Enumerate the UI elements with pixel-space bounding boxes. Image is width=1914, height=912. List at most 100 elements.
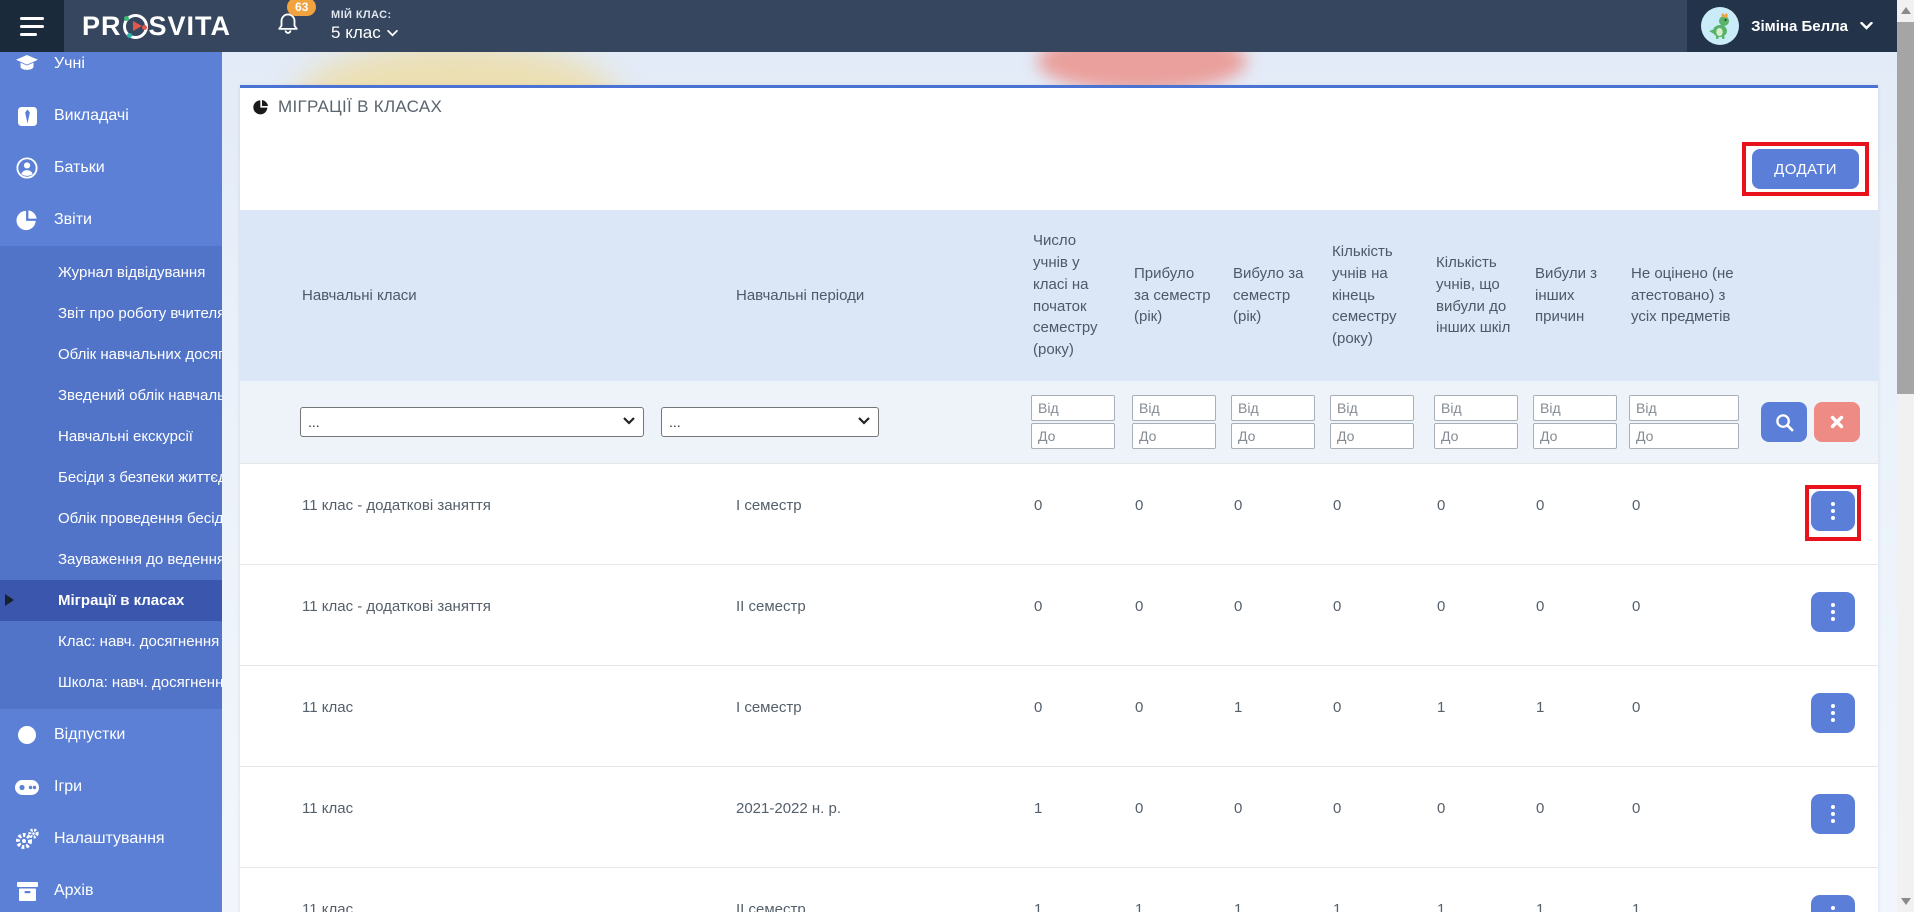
filter-from-input[interactable] bbox=[1330, 395, 1414, 421]
filter-from-input[interactable] bbox=[1132, 395, 1216, 421]
kebab-menu-icon bbox=[1831, 805, 1835, 809]
filter-to-input[interactable] bbox=[1031, 423, 1115, 449]
sidebar-item-achievement-record[interactable]: Облік навчальних досягн bbox=[0, 334, 222, 375]
hamburger-menu-icon[interactable] bbox=[0, 0, 64, 52]
kebab-menu-icon bbox=[1831, 502, 1835, 506]
app-logo[interactable]: PR SVITA bbox=[82, 11, 231, 42]
sidebar-item-safety-talks[interactable]: Бесіди з безпеки життєдія bbox=[0, 457, 222, 498]
sidebar-item-label: Налаштування bbox=[54, 830, 165, 848]
sidebar-item-talks-record[interactable]: Облік проведення бесід, і bbox=[0, 498, 222, 539]
sidebar-item-excursions[interactable]: Навчальні екскурсії bbox=[0, 416, 222, 457]
value-cell: 0 bbox=[1526, 464, 1622, 564]
row-actions-button[interactable] bbox=[1811, 592, 1855, 632]
value-cell: 0 bbox=[1024, 565, 1125, 665]
sidebar-item-parents[interactable]: Батьки bbox=[0, 142, 222, 194]
value-cell: 0 bbox=[1024, 464, 1125, 564]
sidebar-item-teachers[interactable]: Викладачі bbox=[0, 90, 222, 142]
sidebar-item-settings[interactable]: Налаштування bbox=[0, 813, 222, 865]
period-cell: ІІ семестр bbox=[648, 868, 1024, 912]
panel-header: МІГРАЦІЇ В КЛАСАХ bbox=[240, 88, 1878, 125]
clear-filter-button[interactable] bbox=[1814, 402, 1860, 442]
sidebar-item-label: Учні bbox=[54, 55, 85, 73]
period-cell: ІІ семестр bbox=[648, 565, 1024, 665]
sidebar-item-students[interactable]: Учні bbox=[0, 52, 222, 90]
table-row: 11 клас - додаткові заняття ІІ семестр 0… bbox=[240, 564, 1878, 665]
filter-from-input[interactable] bbox=[1231, 395, 1315, 421]
annotation-box-row-action bbox=[1805, 485, 1861, 541]
row-actions-button[interactable] bbox=[1811, 491, 1855, 531]
column-header: Вибули з інших причин bbox=[1526, 210, 1622, 381]
sidebar-item-class-migrations[interactable]: Міграції в класах bbox=[0, 580, 222, 621]
search-button[interactable] bbox=[1761, 402, 1807, 442]
column-header: Не оцінено (не атестовано) з усіх предме… bbox=[1622, 210, 1748, 381]
sidebar-item-vacations[interactable]: Відпустки bbox=[0, 709, 222, 761]
class-filter-select[interactable]: ... bbox=[300, 407, 644, 437]
filter-to-input[interactable] bbox=[1132, 423, 1216, 449]
sidebar-item-archive[interactable]: Архів bbox=[0, 865, 222, 912]
my-class-selector[interactable]: МІЙ КЛАС: 5 клас bbox=[331, 9, 398, 43]
value-cell: 0 bbox=[1526, 767, 1622, 867]
page-scrollbar[interactable] bbox=[1897, 0, 1914, 912]
table-row: 11 клас - додаткові заняття І семестр 0 … bbox=[240, 463, 1878, 564]
sub-item-label: Зведений облік навчальн bbox=[58, 387, 222, 404]
value-cell: 0 bbox=[1622, 464, 1748, 564]
sidebar-item-class-achievements[interactable]: Клас: навч. досягнення bbox=[0, 621, 222, 662]
value-cell: 0 bbox=[1323, 464, 1427, 564]
value-cell: 1 bbox=[1526, 868, 1622, 912]
sidebar-item-journal-remarks[interactable]: Зауваження до ведення ж bbox=[0, 539, 222, 580]
user-menu[interactable]: Зіміна Белла bbox=[1687, 0, 1897, 52]
filter-from-input[interactable] bbox=[1031, 395, 1115, 421]
row-actions-button[interactable] bbox=[1811, 895, 1855, 912]
dino-avatar-icon bbox=[1705, 11, 1735, 41]
scrollbar-down-icon[interactable] bbox=[1897, 893, 1914, 910]
sidebar-item-label: Звіти bbox=[54, 211, 92, 229]
graduation-cap-icon bbox=[15, 55, 39, 73]
class-cell: 11 клас bbox=[240, 666, 648, 766]
value-cell: 0 bbox=[1323, 767, 1427, 867]
sidebar-item-consolidated-record[interactable]: Зведений облік навчальн bbox=[0, 375, 222, 416]
sub-item-label: Журнал відвідування bbox=[58, 264, 205, 281]
sub-item-label: Міграції в класах bbox=[58, 592, 184, 609]
filter-to-input[interactable] bbox=[1629, 423, 1739, 449]
value-cell: 1 bbox=[1125, 868, 1224, 912]
scrollbar-thumb[interactable] bbox=[1897, 22, 1914, 394]
add-button[interactable]: ДОДАТИ bbox=[1752, 149, 1859, 189]
sidebar-item-school-achievements[interactable]: Школа: навч. досягнення bbox=[0, 662, 222, 703]
sidebar-item-attendance-journal[interactable]: Журнал відвідування bbox=[0, 252, 222, 293]
select-value: ... bbox=[669, 414, 681, 430]
gamepad-icon bbox=[15, 780, 39, 795]
sidebar-item-reports[interactable]: Звіти bbox=[0, 194, 222, 246]
sidebar-item-teacher-work-report[interactable]: Звіт про роботу вчителя bbox=[0, 293, 222, 334]
table-row: 11 клас ІІ семестр 1 1 1 1 1 1 1 bbox=[240, 867, 1878, 912]
scrollbar-up-icon[interactable] bbox=[1897, 2, 1914, 19]
filter-to-input[interactable] bbox=[1330, 423, 1414, 449]
period-filter-select[interactable]: ... bbox=[661, 407, 879, 437]
chevron-down-icon bbox=[623, 417, 635, 425]
class-cell: 11 клас - додаткові заняття bbox=[240, 464, 648, 564]
filter-to-input[interactable] bbox=[1533, 423, 1617, 449]
value-cell: 0 bbox=[1427, 767, 1526, 867]
sidebar-item-games[interactable]: Ігри bbox=[0, 761, 222, 813]
migrations-panel: МІГРАЦІЇ В КЛАСАХ ДОДАТИ Навчальні класи… bbox=[240, 85, 1878, 912]
value-cell: 0 bbox=[1427, 565, 1526, 665]
value-cell: 0 bbox=[1224, 565, 1323, 665]
filter-from-input[interactable] bbox=[1533, 395, 1617, 421]
value-cell: 1 bbox=[1427, 666, 1526, 766]
column-header: Прибуло за семестр (рік) bbox=[1125, 210, 1224, 381]
sub-item-label: Облік проведення бесід, і bbox=[58, 510, 222, 527]
filter-to-input[interactable] bbox=[1231, 423, 1315, 449]
period-cell: І семестр bbox=[648, 464, 1024, 564]
my-class-value: 5 клас bbox=[331, 23, 381, 43]
filter-from-input[interactable] bbox=[1629, 395, 1739, 421]
notifications-button[interactable]: 63 bbox=[275, 10, 301, 43]
sidebar: Учні Викладачі Батьки Звіти Журнал відві… bbox=[0, 52, 222, 912]
value-cell: 0 bbox=[1125, 464, 1224, 564]
toolbar: ДОДАТИ bbox=[240, 125, 1878, 210]
row-actions-button[interactable] bbox=[1811, 794, 1855, 834]
filter-from-input[interactable] bbox=[1434, 395, 1518, 421]
class-cell: 11 клас - додаткові заняття bbox=[240, 565, 648, 665]
row-actions-button[interactable] bbox=[1811, 693, 1855, 733]
value-cell: 0 bbox=[1622, 565, 1748, 665]
filter-to-input[interactable] bbox=[1434, 423, 1518, 449]
table-filter-row: ... ... bbox=[240, 381, 1878, 463]
